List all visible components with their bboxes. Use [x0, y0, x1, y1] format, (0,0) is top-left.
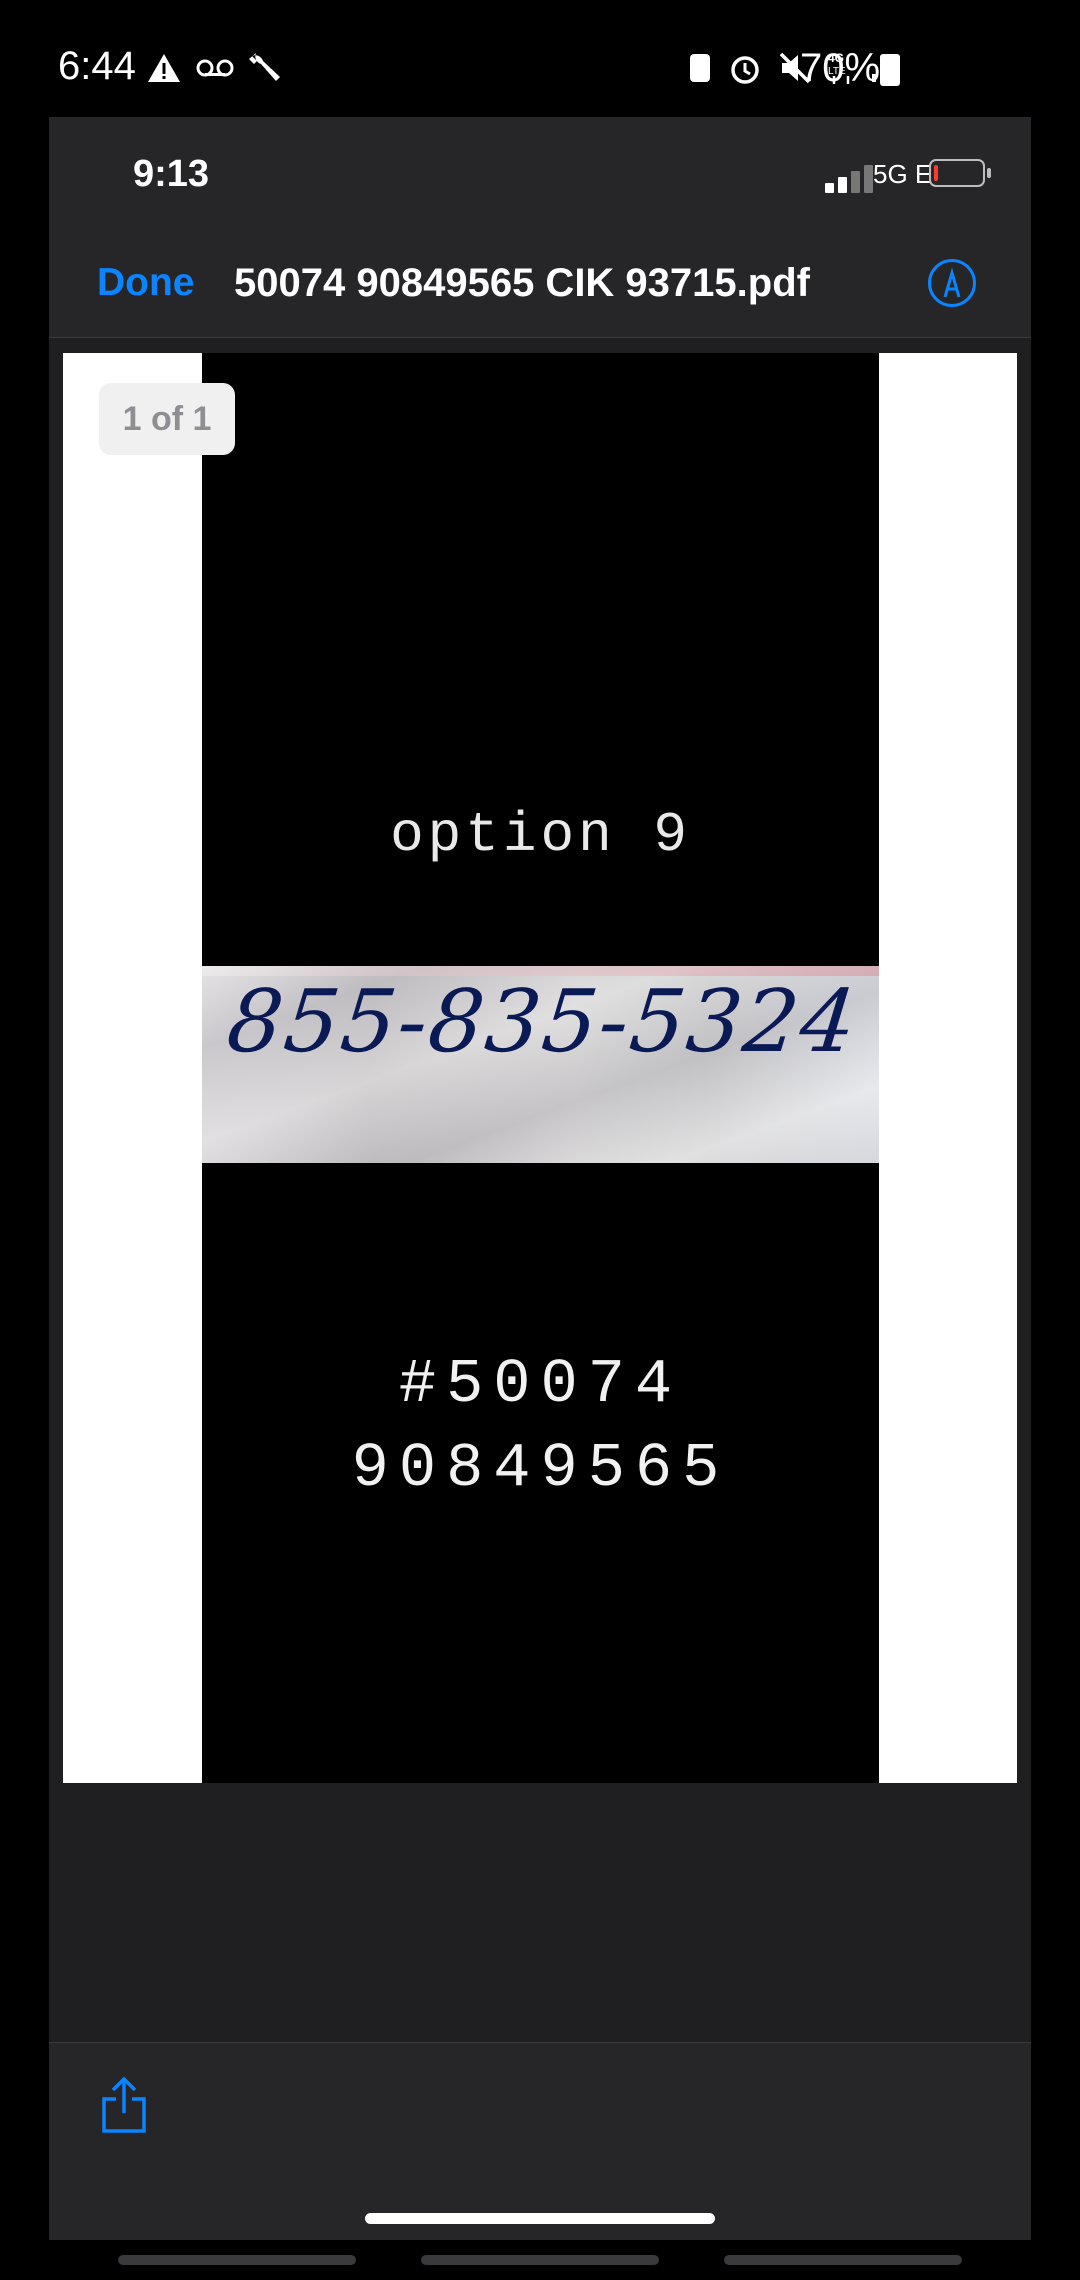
- pdf-viewer-toolbar: [49, 2042, 1031, 2240]
- pdf-page[interactable]: option 9 855-835-5324 #50074 90849565 1 …: [63, 353, 1017, 1783]
- android-status-bar: 6:44 4G LTE 70%: [0, 0, 1080, 118]
- android-nav-bar: [0, 2253, 1080, 2280]
- wrench-icon: [249, 53, 280, 81]
- account-line-2: 90849565: [351, 1433, 730, 1504]
- nav-home-bar[interactable]: [421, 2255, 659, 2265]
- android-battery-percent: 70%: [800, 46, 881, 90]
- done-button[interactable]: Done: [97, 261, 195, 305]
- ios-signal-icon: [825, 165, 873, 193]
- markup-pen-icon: [943, 267, 961, 298]
- option-text: option 9: [390, 803, 691, 867]
- account-number: #50074 90849565: [202, 1343, 879, 1511]
- page-counter: 1 of 1: [99, 383, 235, 455]
- sim-icon: [690, 54, 710, 82]
- share-icon: [102, 2076, 146, 2133]
- alarm-icon: [731, 56, 759, 84]
- pdf-page-image: option 9 855-835-5324 #50074 90849565: [202, 353, 879, 1783]
- nav-back-bar[interactable]: [724, 2255, 962, 2265]
- voicemail-icon: [196, 59, 234, 77]
- warning-icon: [148, 54, 180, 82]
- battery-icon: [880, 54, 900, 86]
- ios-network-label: 5G E: [873, 159, 933, 189]
- ios-screenshot: 9:13 5G E Done 50074 90849565 CIK 93715.…: [49, 117, 1031, 2240]
- android-time: 6:44: [58, 44, 136, 88]
- handwritten-phone-number: 855-835-5324: [222, 972, 863, 1072]
- ios-battery-icon: [929, 159, 985, 187]
- markup-button[interactable]: [928, 259, 976, 307]
- account-line-1: #50074: [398, 1349, 683, 1420]
- android-left-icons: [146, 50, 284, 86]
- home-indicator[interactable]: [365, 2213, 715, 2224]
- handwritten-paper-strip: 855-835-5324: [202, 966, 879, 1163]
- ios-time: 9:13: [133, 153, 210, 195]
- pdf-viewer-header: 9:13 5G E Done 50074 90849565 CIK 93715.…: [49, 117, 1031, 338]
- share-button[interactable]: [99, 2075, 149, 2135]
- nav-recents-bar[interactable]: [118, 2255, 356, 2265]
- file-title: 50074 90849565 CIK 93715.pdf: [234, 261, 810, 305]
